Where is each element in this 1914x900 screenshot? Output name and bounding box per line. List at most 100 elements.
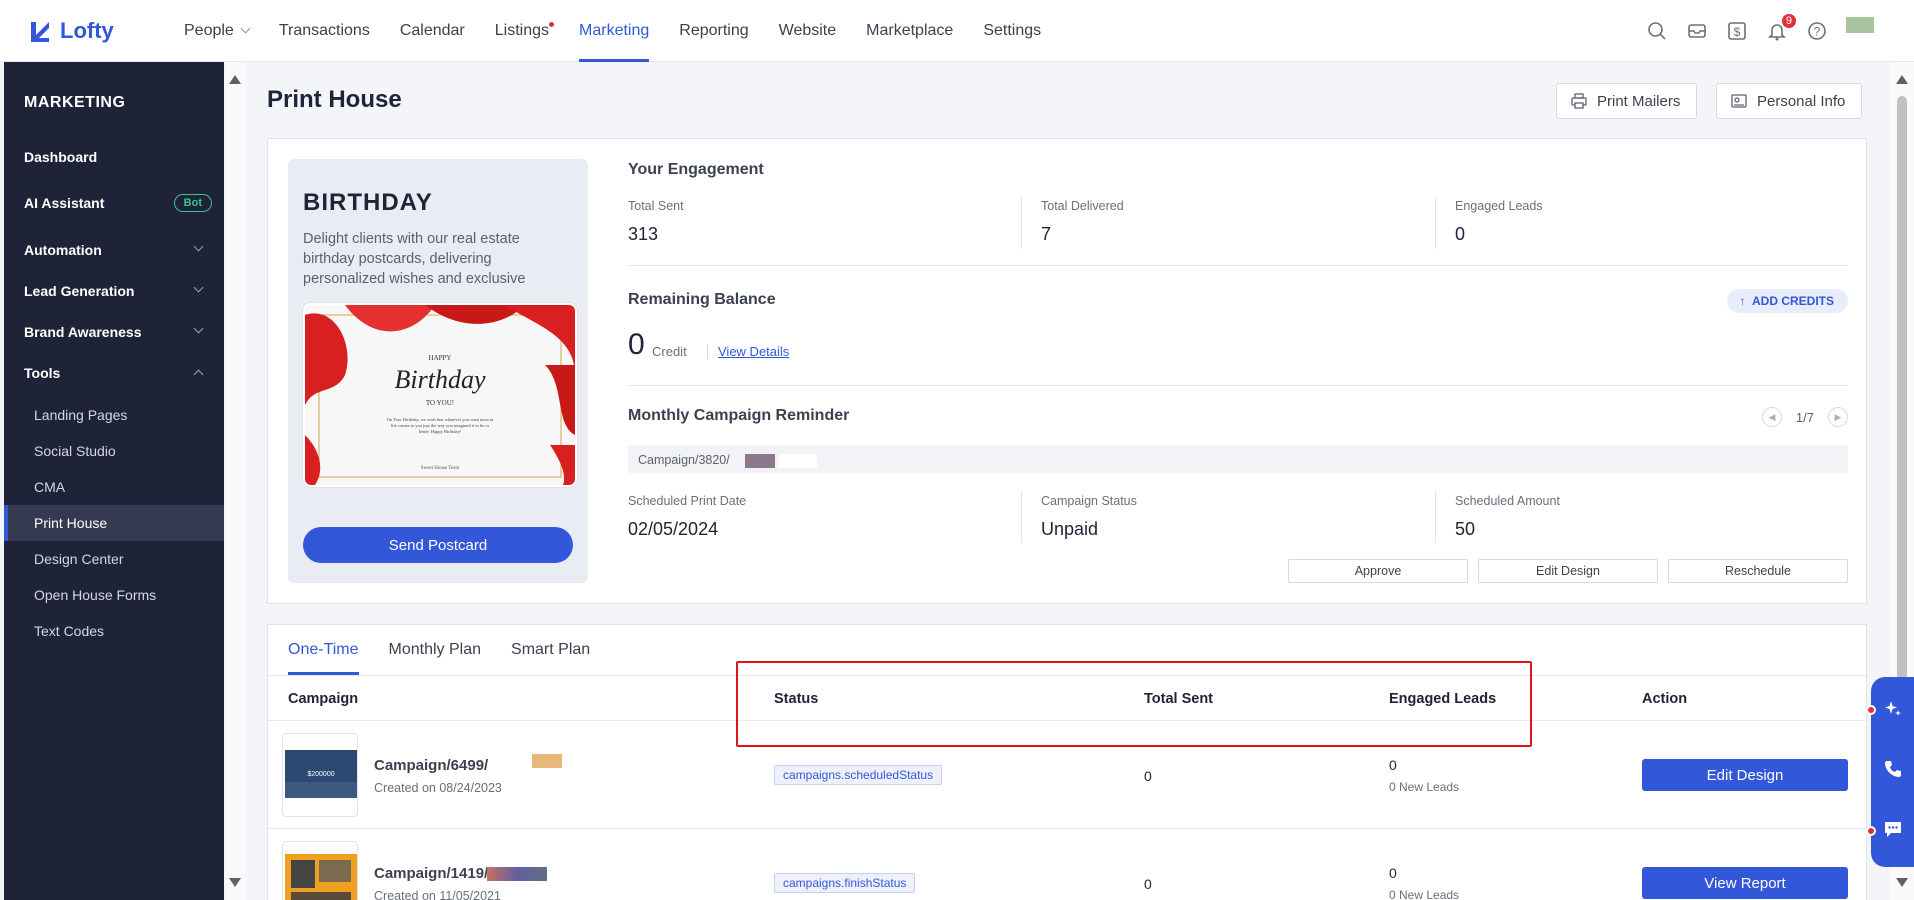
header-status: Status bbox=[774, 691, 819, 707]
header-total-sent: Total Sent bbox=[1144, 691, 1214, 707]
birthday-postcard-preview[interactable]: HAPPY Birthday TO YOU! On Your Birthday,… bbox=[303, 303, 577, 487]
stat-total-delivered: Total Delivered 7 bbox=[1041, 199, 1441, 245]
balance-title: Remaining Balance bbox=[628, 291, 776, 308]
divider bbox=[628, 385, 1848, 386]
chevron-up-icon bbox=[193, 369, 204, 380]
lofty-logo[interactable]: Lofty bbox=[28, 18, 156, 44]
inbox-icon[interactable] bbox=[1686, 20, 1708, 42]
engaged-leads-value: 0 bbox=[1389, 757, 1397, 773]
divider bbox=[1435, 491, 1436, 543]
sparkle-icon[interactable] bbox=[1883, 699, 1903, 719]
scroll-up-icon[interactable] bbox=[1896, 75, 1908, 84]
edit-design-button[interactable]: Edit Design bbox=[1478, 559, 1658, 583]
nav-settings[interactable]: Settings bbox=[983, 0, 1041, 62]
printer-icon bbox=[1571, 93, 1587, 109]
sidebar-item-label: Dashboard bbox=[24, 148, 98, 165]
nav-transactions[interactable]: Transactions bbox=[279, 0, 370, 62]
sidebar-scrollbar[interactable] bbox=[225, 62, 245, 900]
stat-value: Unpaid bbox=[1041, 519, 1099, 539]
header-campaign: Campaign bbox=[288, 691, 359, 707]
view-report-button[interactable]: View Report bbox=[1642, 867, 1848, 899]
bot-badge: Bot bbox=[173, 194, 212, 212]
nav-reporting[interactable]: Reporting bbox=[679, 0, 748, 62]
nav-transactions-label: Transactions bbox=[278, 21, 370, 39]
campaign-thumbnail[interactable]: $200000 bbox=[282, 733, 358, 817]
sidebar-item-ai-assistant[interactable]: AI Assistant Bot bbox=[4, 177, 224, 229]
tab-smart-plan[interactable]: Smart Plan bbox=[511, 625, 590, 675]
sidebar-item-label: Tools bbox=[24, 364, 61, 381]
redacted-block bbox=[532, 754, 563, 769]
sidebar-sub-landing-pages[interactable]: Landing Pages bbox=[4, 397, 224, 433]
sidebar-item-lead-generation[interactable]: Lead Generation bbox=[4, 270, 224, 311]
overview-card: BIRTHDAY Delight clients with our real e… bbox=[267, 138, 1867, 604]
tab-one-time[interactable]: One-Time bbox=[288, 625, 359, 675]
scroll-up-icon[interactable] bbox=[229, 75, 241, 84]
personal-info-button[interactable]: Personal Info bbox=[1716, 83, 1863, 119]
chevron-down-icon bbox=[193, 323, 204, 334]
print-mailers-button[interactable]: Print Mailers bbox=[1556, 83, 1698, 119]
balance-value: 0 bbox=[628, 328, 645, 361]
dollar-icon[interactable]: $ bbox=[1726, 20, 1748, 42]
stat-campaign-status: Campaign Status Unpaid bbox=[1041, 494, 1441, 540]
add-credits-button[interactable]: ↑ ADD CREDITS bbox=[1727, 289, 1848, 313]
stat-value: 0 bbox=[1455, 224, 1466, 244]
nav-marketing[interactable]: Marketing bbox=[579, 0, 650, 62]
scroll-down-icon[interactable] bbox=[229, 878, 241, 887]
chevron-right-icon[interactable]: ▶ bbox=[1828, 407, 1848, 427]
sidebar-item-automation[interactable]: Automation bbox=[4, 229, 224, 270]
personal-info-label: Personal Info bbox=[1757, 92, 1846, 110]
sidebar-sub-text-codes[interactable]: Text Codes bbox=[4, 613, 224, 649]
sidebar-item-dashboard[interactable]: Dashboard bbox=[4, 136, 224, 177]
sidebar-sub-print-house[interactable]: Print House bbox=[4, 505, 224, 541]
sidebar-sub-design-center[interactable]: Design Center bbox=[4, 541, 224, 577]
postcard-to-you: TO YOU! bbox=[426, 399, 454, 407]
approve-button[interactable]: Approve bbox=[1288, 559, 1468, 583]
chevron-left-icon[interactable]: ◀ bbox=[1761, 407, 1782, 427]
postcard-signature: Sweet House Team bbox=[421, 466, 460, 471]
nav-website[interactable]: Website bbox=[779, 0, 837, 62]
campaign-name[interactable]: Campaign/1419/2 bbox=[374, 865, 547, 882]
stat-value: 7 bbox=[1041, 224, 1052, 244]
nav-marketplace[interactable]: Marketplace bbox=[866, 0, 953, 62]
nav-people-label: People bbox=[184, 21, 234, 39]
table-row: $200000 Campaign/6499/ Created on 08/24/… bbox=[268, 721, 1868, 829]
sidebar-item-tools[interactable]: Tools bbox=[4, 352, 224, 393]
campaign-name-text: Campaign/6499/ bbox=[374, 757, 489, 774]
floating-help-widget bbox=[1866, 677, 1914, 867]
sidebar-item-label: Brand Awareness bbox=[24, 323, 142, 340]
edit-design-row-button[interactable]: Edit Design bbox=[1642, 759, 1848, 791]
tab-monthly-plan[interactable]: Monthly Plan bbox=[389, 625, 482, 675]
chevron-down-icon bbox=[193, 282, 204, 293]
nav-calendar[interactable]: Calendar bbox=[400, 0, 465, 62]
nav-marketing-label: Marketing bbox=[579, 21, 650, 39]
scroll-down-icon[interactable] bbox=[1896, 878, 1908, 887]
promo-title: BIRTHDAY bbox=[303, 189, 433, 216]
search-icon[interactable] bbox=[1646, 20, 1668, 42]
reschedule-button[interactable]: Reschedule bbox=[1668, 559, 1848, 583]
stat-total-sent: Total Sent 313 bbox=[628, 199, 1028, 245]
nav-listings-label: Listings bbox=[494, 21, 550, 39]
print-mailers-label: Print Mailers bbox=[1597, 92, 1681, 110]
bell-icon[interactable]: 9 bbox=[1766, 14, 1796, 42]
avatar[interactable] bbox=[1846, 17, 1874, 33]
postcard-message: On Your Birthday, we wish that whatever … bbox=[386, 417, 494, 434]
nav-listings[interactable]: Listings bbox=[494, 0, 555, 62]
chat-icon[interactable] bbox=[1883, 819, 1903, 839]
sidebar-sub-cma[interactable]: CMA bbox=[4, 469, 224, 505]
sidebar-sub-open-house-forms[interactable]: Open House Forms bbox=[4, 577, 224, 613]
postcard-birthday: Birthday bbox=[395, 365, 486, 394]
help-icon[interactable]: ? bbox=[1806, 20, 1828, 42]
sidebar-item-label: AI Assistant bbox=[24, 195, 105, 211]
sidebar-sub-social-studio[interactable]: Social Studio bbox=[4, 433, 224, 469]
campaign-name[interactable]: Campaign/6499/ bbox=[374, 754, 563, 774]
nav-people[interactable]: People bbox=[184, 0, 251, 62]
stat-value: 02/05/2024 bbox=[628, 519, 719, 539]
send-postcard-button[interactable]: Send Postcard bbox=[303, 527, 573, 563]
sidebar-item-brand-awareness[interactable]: Brand Awareness bbox=[4, 311, 224, 352]
postcard-happy: HAPPY bbox=[429, 354, 452, 362]
top-icons: $ 9 ? bbox=[1646, 0, 1874, 62]
view-details-link[interactable]: View Details bbox=[707, 344, 789, 359]
campaign-thumbnail[interactable] bbox=[282, 841, 358, 900]
chevron-down-icon bbox=[193, 241, 204, 252]
phone-icon[interactable] bbox=[1883, 759, 1903, 779]
